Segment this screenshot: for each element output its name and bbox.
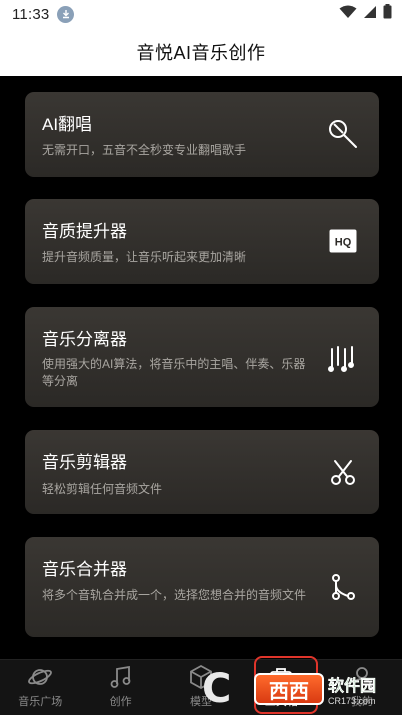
watermark-url: CR173.com xyxy=(328,696,376,706)
card-description: 将多个音轨合并成一个，选择您想合并的音频文件 xyxy=(42,588,307,602)
status-bar: 11:33 xyxy=(0,0,402,28)
tab-label: 创作 xyxy=(109,696,132,708)
card-title: 音乐合并器 xyxy=(42,560,127,579)
download-icon xyxy=(57,5,75,23)
scissors-icon xyxy=(327,456,359,488)
watermark-badge: 西西 xyxy=(254,673,324,705)
watermark-name: 软件园 xyxy=(328,678,377,695)
card-description: 无需开口，五音不全秒变专业翻唱歌手 xyxy=(42,143,247,157)
card-description: 使用强大的AI算法，将音乐中的主唱、伴奏、乐器等分离 xyxy=(42,357,306,388)
svg-text:HQ: HQ xyxy=(335,237,352,249)
hq-icon: HQ xyxy=(327,225,359,257)
planet-icon xyxy=(28,669,53,685)
card-title: 音乐剪辑器 xyxy=(42,453,127,472)
ai-cover-card[interactable]: AI翻唱 无需开口，五音不全秒变专业翻唱歌手 xyxy=(25,92,379,177)
tab-label: 音乐广场 xyxy=(18,696,63,708)
card-description: 提升音频质量，让音乐听起来更加清晰 xyxy=(42,250,247,264)
card-title: 音质提升器 xyxy=(42,222,127,241)
card-title: AI翻唱 xyxy=(42,115,93,134)
music-editor-card[interactable]: 音乐剪辑器 轻松剪辑任何音频文件 xyxy=(25,430,379,514)
quality-enhancer-card[interactable]: 音质提升器 提升音频质量，让音乐听起来更加清晰 HQ xyxy=(25,199,379,284)
signal-icon xyxy=(363,5,377,24)
status-time: 11:33 xyxy=(12,5,50,23)
merge-icon xyxy=(327,571,359,603)
music-note-icon xyxy=(110,665,131,688)
page-title: 音悦AI音乐创作 xyxy=(136,43,266,63)
tab-music-plaza[interactable]: 音乐广场 xyxy=(0,660,80,715)
music-split-icon xyxy=(327,341,359,373)
tab-create[interactable]: 创作 xyxy=(80,660,160,715)
music-merger-card[interactable]: 音乐合并器 将多个音轨合并成一个，选择您想合并的音频文件 xyxy=(25,537,379,637)
app-header: 音悦AI音乐创作 xyxy=(0,28,402,76)
music-separator-card[interactable]: 音乐分离器 使用强大的AI算法，将音乐中的主唱、伴奏、乐器等分离 xyxy=(25,307,379,407)
battery-icon xyxy=(383,4,392,24)
microphone-icon xyxy=(327,118,359,150)
card-title: 音乐分离器 xyxy=(42,330,127,349)
watermark-letter: C xyxy=(202,666,232,712)
card-description: 轻松剪辑任何音频文件 xyxy=(42,482,163,496)
wifi-icon xyxy=(339,5,357,24)
watermark-logo: C 西西 软件园 CR173.com xyxy=(202,664,380,714)
